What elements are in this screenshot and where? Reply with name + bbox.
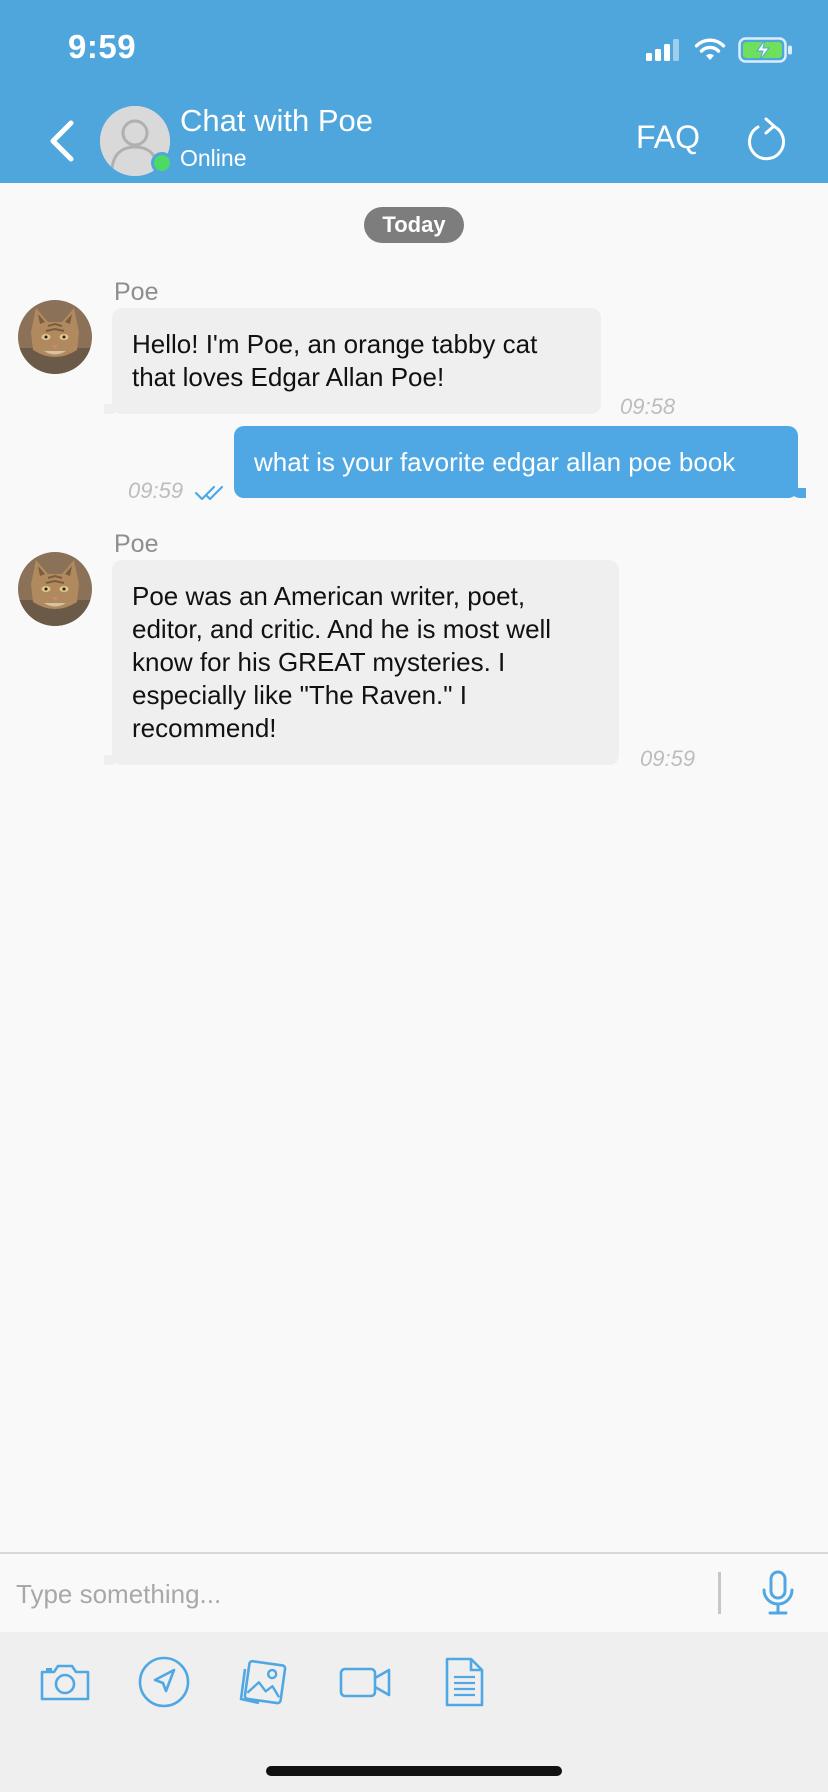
document-icon [445, 1657, 484, 1707]
refresh-icon [748, 117, 786, 161]
date-separator: Today [364, 207, 464, 243]
online-indicator [151, 152, 173, 174]
chat-title: Chat with Poe [180, 103, 373, 138]
voice-record-button[interactable] [756, 1568, 800, 1618]
incoming-message-bubble[interactable]: Hello! I'm Poe, an orange tabby cat that… [104, 308, 601, 414]
sender-name: Poe [114, 530, 159, 558]
message-composer [0, 1554, 828, 1632]
contact-avatar[interactable] [100, 106, 173, 176]
double-check-icon [194, 485, 224, 501]
document-button[interactable] [434, 1654, 494, 1710]
chat-screen: 9:59 Chat with Poe Online FAQ Today Poe … [0, 0, 828, 1792]
chat-header: 9:59 Chat with Poe Online FAQ [0, 0, 828, 183]
location-arrow-icon [138, 1656, 190, 1708]
chevron-left-icon [50, 120, 74, 162]
microphone-icon [762, 1570, 794, 1615]
location-button[interactable] [134, 1654, 194, 1710]
photos-icon [239, 1659, 287, 1705]
home-indicator[interactable] [266, 1766, 562, 1776]
message-input[interactable] [16, 1574, 696, 1614]
outgoing-message-bubble[interactable]: what is your favorite edgar allan poe bo… [234, 426, 806, 498]
input-separator [718, 1572, 721, 1614]
camera-button[interactable] [35, 1654, 95, 1710]
message-text: Poe was an American writer, poet, editor… [132, 581, 552, 743]
camera-icon [40, 1664, 90, 1701]
cellular-signal-icon [646, 39, 679, 61]
incoming-message-bubble[interactable]: Poe was an American writer, poet, editor… [104, 560, 619, 765]
message-text: Hello! I'm Poe, an orange tabby cat that… [132, 329, 538, 392]
message-time: 09:58 [620, 394, 676, 419]
video-camera-icon [339, 1667, 391, 1698]
battery-charging-icon [738, 37, 792, 63]
cat-avatar[interactable] [18, 300, 92, 374]
message-text: what is your favorite edgar allan poe bo… [254, 447, 736, 477]
wifi-icon [694, 38, 726, 60]
message-time: 09:59 [640, 746, 696, 771]
status-icons [646, 34, 794, 66]
video-button[interactable] [335, 1654, 395, 1710]
status-time: 9:59 [68, 28, 137, 65]
message-time: 09:59 [128, 478, 184, 503]
back-button[interactable] [40, 116, 84, 166]
faq-button[interactable]: FAQ [636, 119, 700, 156]
refresh-button[interactable] [742, 112, 792, 168]
photo-library-button[interactable] [234, 1654, 294, 1710]
chat-status: Online [180, 145, 247, 171]
cat-avatar[interactable] [18, 552, 92, 626]
sender-name: Poe [114, 278, 159, 306]
